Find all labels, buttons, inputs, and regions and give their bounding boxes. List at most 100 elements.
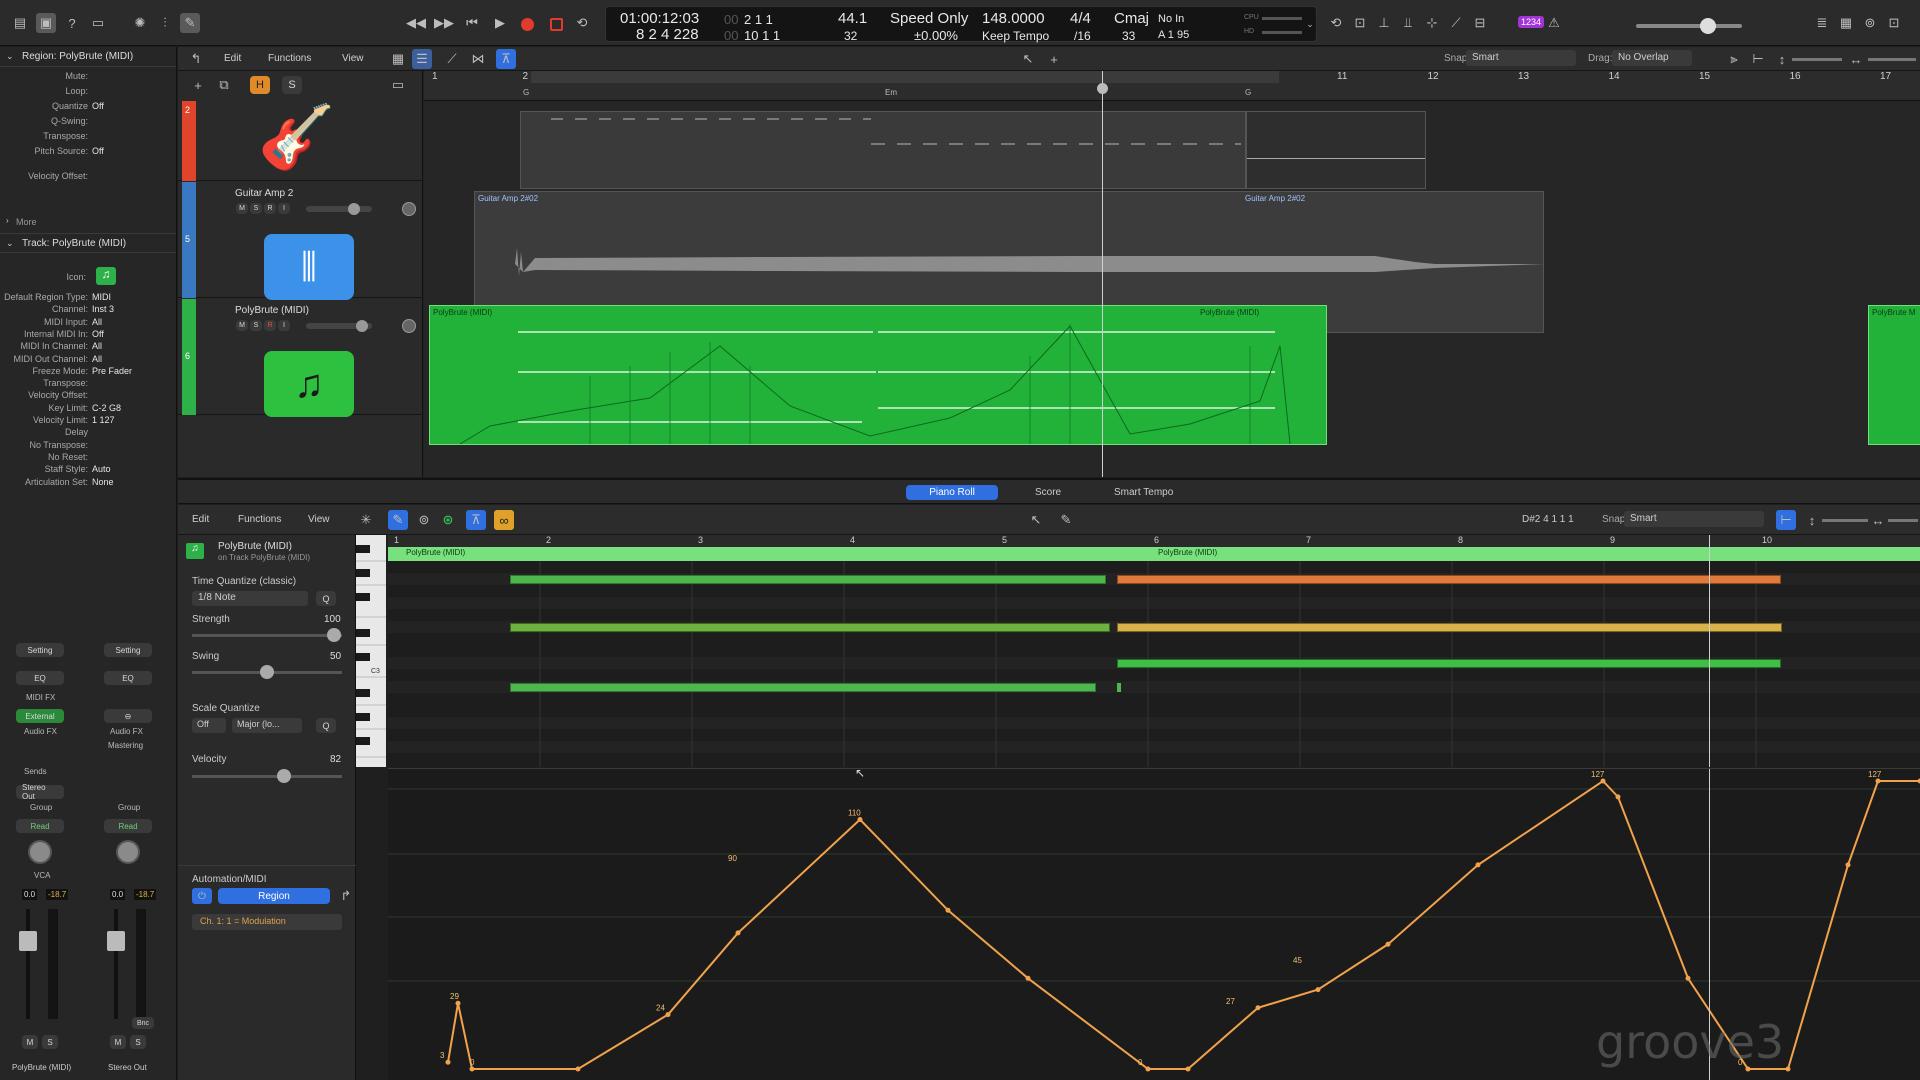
autopunch-icon[interactable]: ⊡ (1350, 13, 1370, 33)
track-param-row[interactable]: Articulation Set: None (0, 476, 176, 491)
drag-select[interactable]: No Overlap (1612, 50, 1692, 66)
track-row-polybrute[interactable]: 6 PolyBrute (MIDI) M S R I ♫ (178, 299, 423, 417)
automation-node[interactable] (1145, 1066, 1151, 1072)
automation-node[interactable] (1025, 975, 1031, 981)
solo-button[interactable]: S (250, 320, 262, 331)
automation-node[interactable] (1315, 987, 1321, 993)
midi-out-icon[interactable]: ⊛ (438, 510, 458, 530)
midi-note[interactable] (1117, 623, 1782, 632)
grid-view-icon[interactable]: ▦ (388, 49, 408, 69)
param-value[interactable]: Auto (92, 464, 111, 474)
region-param-row[interactable]: Loop: (0, 84, 176, 99)
mute-button[interactable]: M (22, 1035, 38, 1049)
automation-node[interactable] (665, 1012, 671, 1018)
go-to-start-icon[interactable]: ⏮ (462, 13, 482, 33)
volume-knob[interactable] (356, 320, 368, 332)
volume-slider[interactable] (306, 206, 372, 212)
fader-track[interactable] (114, 909, 118, 1019)
scale-q-button[interactable]: Q (316, 718, 336, 733)
music-note-icon[interactable]: ♫ (264, 351, 354, 417)
record-enable-button[interactable]: R (264, 203, 276, 214)
playhead-handle[interactable] (1097, 83, 1108, 94)
fader-knob[interactable] (107, 931, 125, 951)
mastering-label[interactable]: Mastering (108, 741, 143, 750)
eq-button[interactable]: EQ (16, 671, 64, 685)
quantize-q-button[interactable]: Q (316, 591, 336, 606)
midi-note[interactable] (510, 623, 1110, 632)
group-label[interactable]: Group (30, 803, 52, 812)
param-value[interactable]: C-2 G8 (92, 403, 121, 413)
tuner-icon[interactable]: ⟋ (1446, 13, 1466, 33)
volume-knob[interactable] (348, 203, 360, 215)
link-button[interactable]: ⊖ (104, 709, 152, 723)
waveform-zoom-icon[interactable]: ⫸ (1724, 49, 1744, 69)
guitar-region[interactable] (520, 111, 1246, 189)
smart-controls-icon[interactable]: ✺ (130, 13, 150, 33)
editor-functions-menu[interactable]: Functions (238, 514, 281, 525)
horizontal-zoom-slider[interactable] (1868, 58, 1916, 61)
tune-icon[interactable]: ⚠ (1544, 13, 1564, 33)
midi-region-3[interactable]: PolyBrute M (1868, 305, 1920, 445)
editor-vertical-zoom-slider[interactable] (1822, 519, 1868, 522)
bounce-button[interactable]: Bnc (132, 1017, 154, 1029)
snap-select[interactable]: Smart (1466, 50, 1576, 66)
param-value[interactable]: All (92, 341, 102, 351)
mute-button[interactable]: M (110, 1035, 126, 1049)
strength-knob[interactable] (327, 628, 341, 642)
automation-lane[interactable]: 3 29 0 24 90 110 0 27 45 127 0 127 ↖ groove3 (388, 768, 1920, 1080)
tracks-view-menu[interactable]: View (342, 53, 364, 64)
piano-roll-grid[interactable]: 1 2 3 4 5 6 7 8 9 10 PolyBrute (MIDI) PolyBrute (… (388, 535, 1920, 767)
quick-help-icon[interactable]: ? (62, 13, 82, 33)
automation-node[interactable] (1615, 794, 1621, 800)
param-value[interactable]: Inst 3 (92, 304, 114, 314)
region-param-row[interactable]: Transpose: (0, 129, 176, 144)
automation-mode[interactable]: Read (16, 819, 64, 833)
tracks-edit-menu[interactable]: Edit (224, 53, 241, 64)
automation-arrow-icon[interactable]: ↱ (336, 886, 356, 906)
automation-node[interactable] (1685, 975, 1691, 981)
lcd-display[interactable]: 01:00:12:03 8 2 4 228 00 2 1 1 00 10 1 1… (605, 6, 1317, 43)
param-value[interactable]: Off (92, 101, 104, 111)
zoom-horizontal-icon[interactable]: ↔ (1846, 49, 1866, 69)
automation-icon[interactable]: ⟋ (442, 49, 462, 69)
automation-node[interactable] (1875, 778, 1881, 784)
editor-zoom-h-icon[interactable]: ↔ (1868, 510, 1888, 530)
loop-browser-icon[interactable]: ⊚ (1860, 13, 1880, 33)
automation-node[interactable] (1845, 862, 1851, 868)
automation-region-button[interactable]: Region (218, 888, 330, 904)
automation-node[interactable] (1475, 862, 1481, 868)
forward-icon[interactable]: ▶▶ (434, 13, 454, 33)
midi-note[interactable] (1117, 683, 1121, 692)
automation-node[interactable] (575, 1066, 581, 1072)
editors-icon[interactable]: ✎ (180, 13, 200, 33)
mixer-icon[interactable]: ⫶ (155, 13, 175, 33)
sends-label[interactable]: Sends (24, 767, 47, 776)
cycle-region[interactable] (531, 71, 1279, 83)
pointer-tool-icon[interactable]: ↖ (1026, 510, 1046, 530)
list-editors-icon[interactable]: ≣ (1812, 13, 1832, 33)
more-disclosure-icon[interactable]: › (6, 216, 9, 225)
param-value[interactable]: MIDI (92, 292, 111, 302)
region-inspector-header[interactable]: ⌄ Region: PolyBrute (MIDI) (0, 47, 176, 67)
editor-ruler[interactable]: 1 2 3 4 5 6 7 8 9 10 (388, 535, 1920, 547)
automation-param-select[interactable]: Ch. 1: 1 = Modulation (192, 914, 342, 930)
mute-button[interactable]: M (236, 203, 248, 214)
region-param-row[interactable]: Velocity Offset: (0, 169, 176, 184)
disclosure-icon[interactable]: ⌄ (6, 238, 14, 249)
scale-off-select[interactable]: Off (192, 718, 226, 733)
fit-icon[interactable]: ⊢ (1748, 49, 1768, 69)
param-value[interactable]: 1 127 (92, 415, 115, 425)
param-value[interactable]: Off (92, 329, 104, 339)
setting-button[interactable]: Setting (104, 643, 152, 657)
fader-track[interactable] (26, 909, 30, 1019)
rewind-icon[interactable]: ◀◀ (406, 13, 426, 33)
cycle-icon[interactable]: ⟲ (572, 13, 592, 33)
catch-icon[interactable]: ⊼ (496, 49, 516, 69)
midi-in-icon[interactable]: ⊚ (414, 510, 434, 530)
tracks-functions-menu[interactable]: Functions (268, 53, 311, 64)
pan-knob[interactable] (402, 202, 416, 216)
replace-icon[interactable]: ⟲ (1326, 13, 1346, 33)
strength-slider[interactable] (192, 634, 342, 637)
param-value[interactable]: None (92, 477, 114, 487)
region-param-row[interactable]: Quantize Off (0, 99, 176, 114)
